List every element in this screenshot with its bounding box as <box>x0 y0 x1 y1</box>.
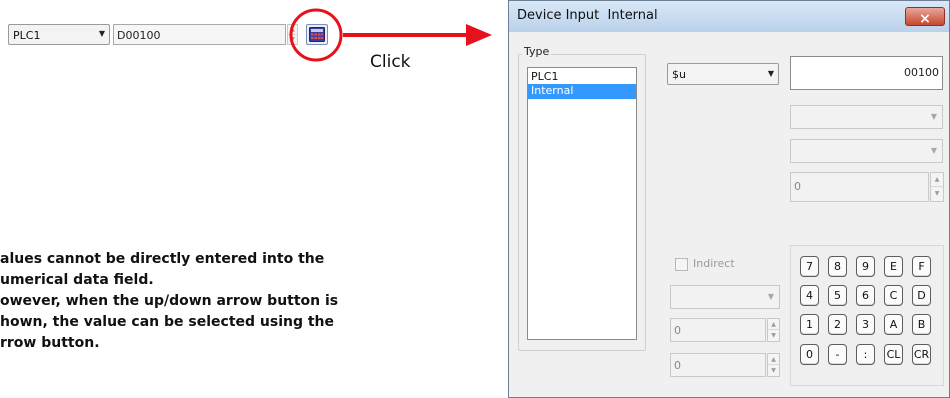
calculator-button[interactable] <box>306 24 328 45</box>
key-colon[interactable]: : <box>856 344 875 365</box>
key-3[interactable]: 3 <box>856 314 875 335</box>
key-e[interactable]: E <box>884 256 903 277</box>
note-line: hown, the value can be selected using th… <box>0 314 335 330</box>
chevron-down-icon: ▼ <box>930 146 937 155</box>
note-line: rrow button. <box>0 335 100 351</box>
indirect-checkbox[interactable] <box>675 258 688 271</box>
key-5[interactable]: 5 <box>828 285 847 306</box>
address-spin-buttons[interactable]: ▲ ▼ <box>287 24 298 45</box>
note-line: umerical data field. <box>0 272 154 288</box>
address-input[interactable]: 00100 <box>790 56 943 90</box>
key-a[interactable]: A <box>884 314 903 335</box>
indirect-input-1-value: 0 <box>674 324 681 337</box>
calculator-icon <box>309 27 325 42</box>
key-0[interactable]: 0 <box>800 344 819 365</box>
dialog-title: Device Input Internal <box>517 8 658 23</box>
indirect-label: Indirect <box>693 257 735 270</box>
indirect-spin-2[interactable]: ▲ ▼ <box>767 353 780 377</box>
device-input-dialog: Device Input Internal × Type PLC1 Intern… <box>508 0 950 398</box>
address-field[interactable]: D00100 <box>113 24 286 45</box>
note-line: owever, when the up/down arrow button is <box>0 293 339 309</box>
key-clear[interactable]: CL <box>884 344 903 365</box>
key-1[interactable]: 1 <box>800 314 819 335</box>
number-input-value: 0 <box>794 180 801 193</box>
type-group-label: Type <box>522 45 552 58</box>
type-list-item-plc1[interactable]: PLC1 <box>528 68 636 84</box>
device-select-value: $u <box>672 68 686 81</box>
key-2[interactable]: 2 <box>828 314 847 335</box>
key-enter[interactable]: CR <box>912 344 931 365</box>
key-9[interactable]: 9 <box>856 256 875 277</box>
chevron-down-icon: ▼ <box>930 112 937 121</box>
number-input[interactable]: 0 <box>790 172 929 202</box>
key-f[interactable]: F <box>912 256 931 277</box>
option-select-1[interactable]: ▼ <box>790 105 943 129</box>
address-input-value: 00100 <box>904 66 939 79</box>
click-label: Click <box>370 52 411 72</box>
key-6[interactable]: 6 <box>856 285 875 306</box>
spin-up-icon[interactable]: ▲ <box>768 354 779 365</box>
spin-up-icon[interactable]: ▲ <box>768 319 779 330</box>
dialog-title-bar: Device Input Internal × <box>509 1 949 32</box>
type-list-item-internal[interactable]: Internal <box>528 84 636 99</box>
pointer-arrow-head <box>466 24 492 46</box>
device-select[interactable]: $u ▼ <box>667 63 779 85</box>
chevron-down-icon: ▼ <box>98 29 105 38</box>
key-7[interactable]: 7 <box>800 256 819 277</box>
spin-down-icon[interactable]: ▼ <box>768 330 779 341</box>
key-8[interactable]: 8 <box>828 256 847 277</box>
type-list[interactable]: PLC1 Internal <box>527 67 637 340</box>
address-field-value: D00100 <box>117 29 161 42</box>
chevron-down-icon: ▼ <box>767 292 774 301</box>
close-button[interactable]: × <box>905 7 945 27</box>
keypad-panel: 7 8 9 E F 4 5 6 C D 1 2 3 A B 0 - : CL C… <box>790 245 944 386</box>
key-4[interactable]: 4 <box>800 285 819 306</box>
indirect-input-2-value: 0 <box>674 359 681 372</box>
note-line: alues cannot be directly entered into th… <box>0 251 325 267</box>
indirect-input-1[interactable]: 0 <box>670 318 766 342</box>
indirect-spin-1[interactable]: ▲ ▼ <box>767 318 780 342</box>
notes-block: alues cannot be directly entered into th… <box>0 249 420 354</box>
spin-down-icon[interactable]: ▼ <box>768 365 779 376</box>
close-icon: × <box>919 11 931 27</box>
spin-down-icon[interactable]: ▼ <box>931 187 943 201</box>
key-minus[interactable]: - <box>828 344 847 365</box>
number-spin-buttons[interactable]: ▲ ▼ <box>930 172 944 202</box>
key-b[interactable]: B <box>912 314 931 335</box>
chevron-down-icon: ▼ <box>767 69 774 78</box>
plc-select-value: PLC1 <box>13 29 41 42</box>
key-d[interactable]: D <box>912 285 931 306</box>
indirect-select[interactable]: ▼ <box>670 285 780 309</box>
spin-up-icon[interactable]: ▲ <box>288 25 297 35</box>
spin-up-icon[interactable]: ▲ <box>931 173 943 187</box>
indirect-input-2[interactable]: 0 <box>670 353 766 377</box>
plc-select[interactable]: PLC1 ▼ <box>8 24 110 45</box>
spin-down-icon[interactable]: ▼ <box>288 35 297 45</box>
option-select-2[interactable]: ▼ <box>790 139 943 163</box>
key-c[interactable]: C <box>884 285 903 306</box>
